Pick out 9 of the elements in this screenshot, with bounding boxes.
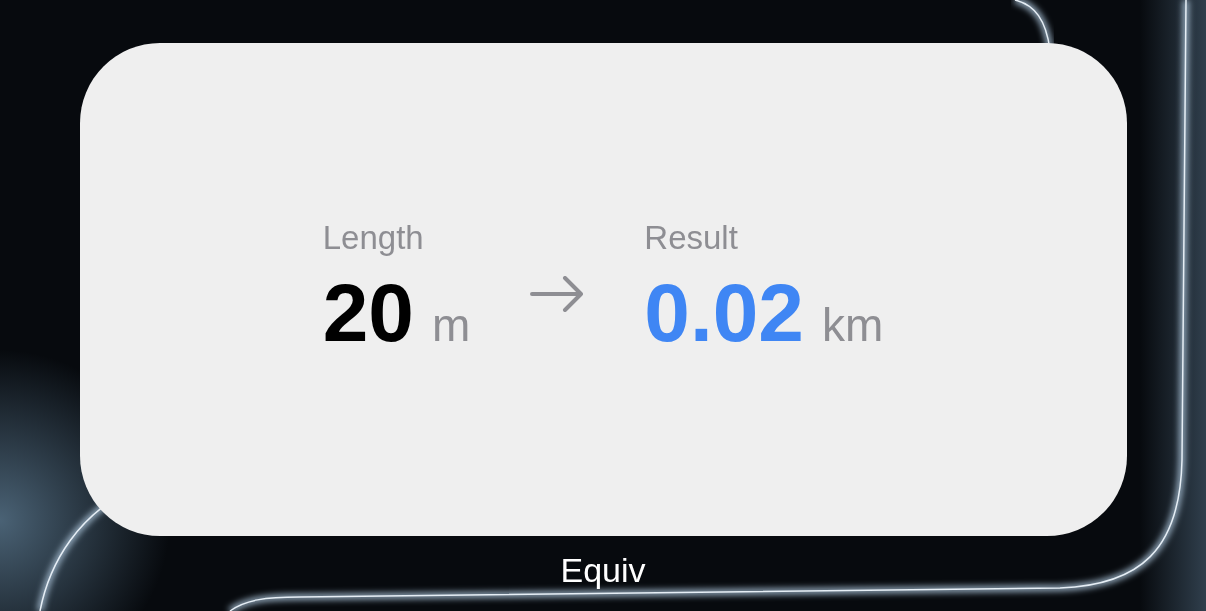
arrow-right-icon (530, 276, 585, 312)
app-label: Equiv (560, 550, 646, 590)
value-text: 20 (322, 272, 414, 354)
widget-card[interactable]: Length 20 m Result 0.02 km (79, 43, 1127, 536)
unit-text: km (821, 300, 884, 350)
field-label: Length (322, 218, 424, 258)
value-text: 0.02 (644, 272, 804, 354)
field-label: Result (644, 218, 738, 258)
unit-text: m (431, 300, 471, 350)
